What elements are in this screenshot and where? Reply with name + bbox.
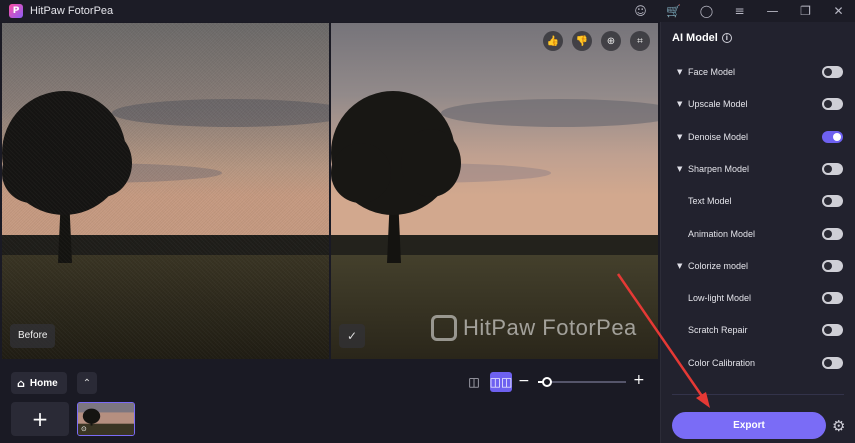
model-label: Sharpen Model [688, 163, 750, 174]
model-toggle[interactable] [822, 324, 843, 337]
model-label: Denoise Model [688, 131, 749, 142]
preview-tools: 👍 👎 ⊕ ⌗ [543, 31, 650, 51]
model-label: Scratch Repair [688, 325, 748, 336]
model-label: Text Model [688, 196, 732, 207]
model-label: Face Model [688, 67, 736, 77]
panel-divider [672, 394, 844, 395]
zoom-out-button[interactable]: − [518, 373, 530, 389]
toggle-knob [824, 197, 832, 206]
discord-icon[interactable]: ☺ [624, 0, 657, 22]
expand-caret-icon[interactable]: ▼ [677, 68, 682, 76]
expand-caret-icon[interactable]: ▼ [677, 262, 682, 270]
expand-caret-icon[interactable]: ▼ [677, 165, 682, 173]
zoom-in-button[interactable]: + [633, 372, 645, 388]
zoom-slider-handle[interactable] [541, 377, 552, 387]
model-row: ▼ Sharpen Model [661, 159, 846, 179]
panel-title: AI Model i [672, 32, 732, 44]
restore-icon[interactable]: ❐ [789, 0, 822, 22]
noise-overlay [2, 23, 329, 359]
image-thumbnail[interactable]: ⊙ [77, 402, 135, 436]
before-preview[interactable]: Before [2, 23, 329, 359]
model-toggle[interactable] [822, 259, 843, 272]
model-toggle[interactable] [822, 292, 843, 305]
home-button[interactable]: ⌂ Home [11, 372, 67, 394]
model-row: Low-light Model [661, 288, 846, 308]
crop-icon[interactable]: ⌗ [630, 31, 650, 51]
model-toggle[interactable] [822, 66, 843, 78]
after-image [331, 23, 658, 359]
check-icon[interactable]: ✓ [339, 324, 365, 348]
model-row: ▼ Upscale Model [661, 94, 846, 114]
split-view-button[interactable]: ◫◫ [490, 372, 512, 392]
info-icon[interactable]: i [721, 33, 732, 43]
model-row: ▼ Face Model [661, 62, 846, 82]
home-icon: ⌂ [17, 376, 25, 390]
thumbs-down-icon[interactable]: 👎 [572, 31, 592, 51]
model-row: Text Model [661, 191, 846, 211]
model-label: Upscale Model [688, 99, 748, 110]
account-icon[interactable]: ◯ [690, 0, 723, 22]
expand-caret-icon[interactable]: ▼ [677, 133, 682, 141]
toggle-knob [824, 261, 832, 270]
app-window: P HitPaw FotorPea ☺ 🛒 ◯ ≡ — ❐ ✕ Before 👍… [0, 0, 855, 443]
export-button[interactable]: Export [672, 412, 826, 439]
thumbnail-status-icon: ⊙ [81, 425, 87, 433]
cart-icon[interactable]: 🛒 [657, 0, 690, 22]
toggle-knob [824, 326, 832, 335]
model-row: Animation Model [661, 224, 846, 244]
watermark-logo [431, 315, 457, 341]
zoom-slider[interactable] [538, 377, 626, 387]
after-preview[interactable]: 👍 👎 ⊕ ⌗ ✓ HitPaw FotorPea [331, 23, 658, 359]
app-logo: P [9, 4, 23, 18]
model-label: Animation Model [688, 228, 756, 239]
toggle-knob [824, 164, 832, 173]
model-toggle[interactable] [822, 227, 843, 240]
app-title: HitPaw FotorPea [30, 5, 114, 17]
close-icon[interactable]: ✕ [822, 0, 855, 22]
collapse-button[interactable]: ⌃ [77, 372, 97, 394]
model-toggle[interactable] [822, 130, 843, 143]
toggle-knob [824, 68, 832, 76]
model-label: Low-light Model [688, 293, 752, 304]
menu-icon[interactable]: ≡ [723, 0, 756, 22]
toggle-knob [824, 229, 832, 238]
model-label: Colorize model [688, 260, 749, 271]
model-toggle[interactable] [822, 356, 843, 369]
model-label: Color Calibration [688, 357, 756, 368]
thumbs-up-icon[interactable]: 👍 [543, 31, 563, 51]
toggle-knob [824, 294, 832, 303]
model-row: ▼ Colorize model [661, 256, 846, 276]
single-view-button[interactable]: ◫ [465, 373, 483, 391]
watermark-text: HitPaw FotorPea [463, 315, 637, 340]
model-row: Color Calibration [661, 353, 846, 373]
toggle-knob [824, 358, 832, 367]
model-toggle[interactable] [822, 98, 843, 111]
toggle-knob [833, 132, 841, 141]
ai-model-panel: AI Model i ▼ Face Model ▼ Upscale Model ▼ Den… [660, 22, 855, 443]
watermark: HitPaw FotorPea [431, 315, 637, 341]
title-bar: P HitPaw FotorPea ☺ 🛒 ◯ ≡ — ❐ ✕ [0, 0, 855, 22]
bottom-bar: ⌂ Home ⌃ + ⊙ ◫ ◫◫ − + [0, 360, 660, 443]
model-toggle[interactable] [822, 162, 843, 175]
model-toggle[interactable] [822, 195, 843, 208]
before-label: Before [10, 324, 56, 348]
zoom-icon[interactable]: ⊕ [601, 31, 621, 51]
settings-icon[interactable]: ⚙ [832, 417, 845, 435]
panel-title-text: AI Model [672, 32, 718, 44]
model-row: Scratch Repair [661, 320, 846, 340]
expand-caret-icon[interactable]: ▼ [677, 100, 682, 108]
home-label: Home [29, 377, 58, 389]
minimize-icon[interactable]: — [756, 0, 789, 22]
window-controls: ☺ 🛒 ◯ ≡ — ❐ ✕ [624, 0, 855, 22]
model-row: ▼ Denoise Model [661, 127, 846, 147]
toggle-knob [824, 100, 832, 109]
add-image-button[interactable]: + [11, 402, 69, 436]
